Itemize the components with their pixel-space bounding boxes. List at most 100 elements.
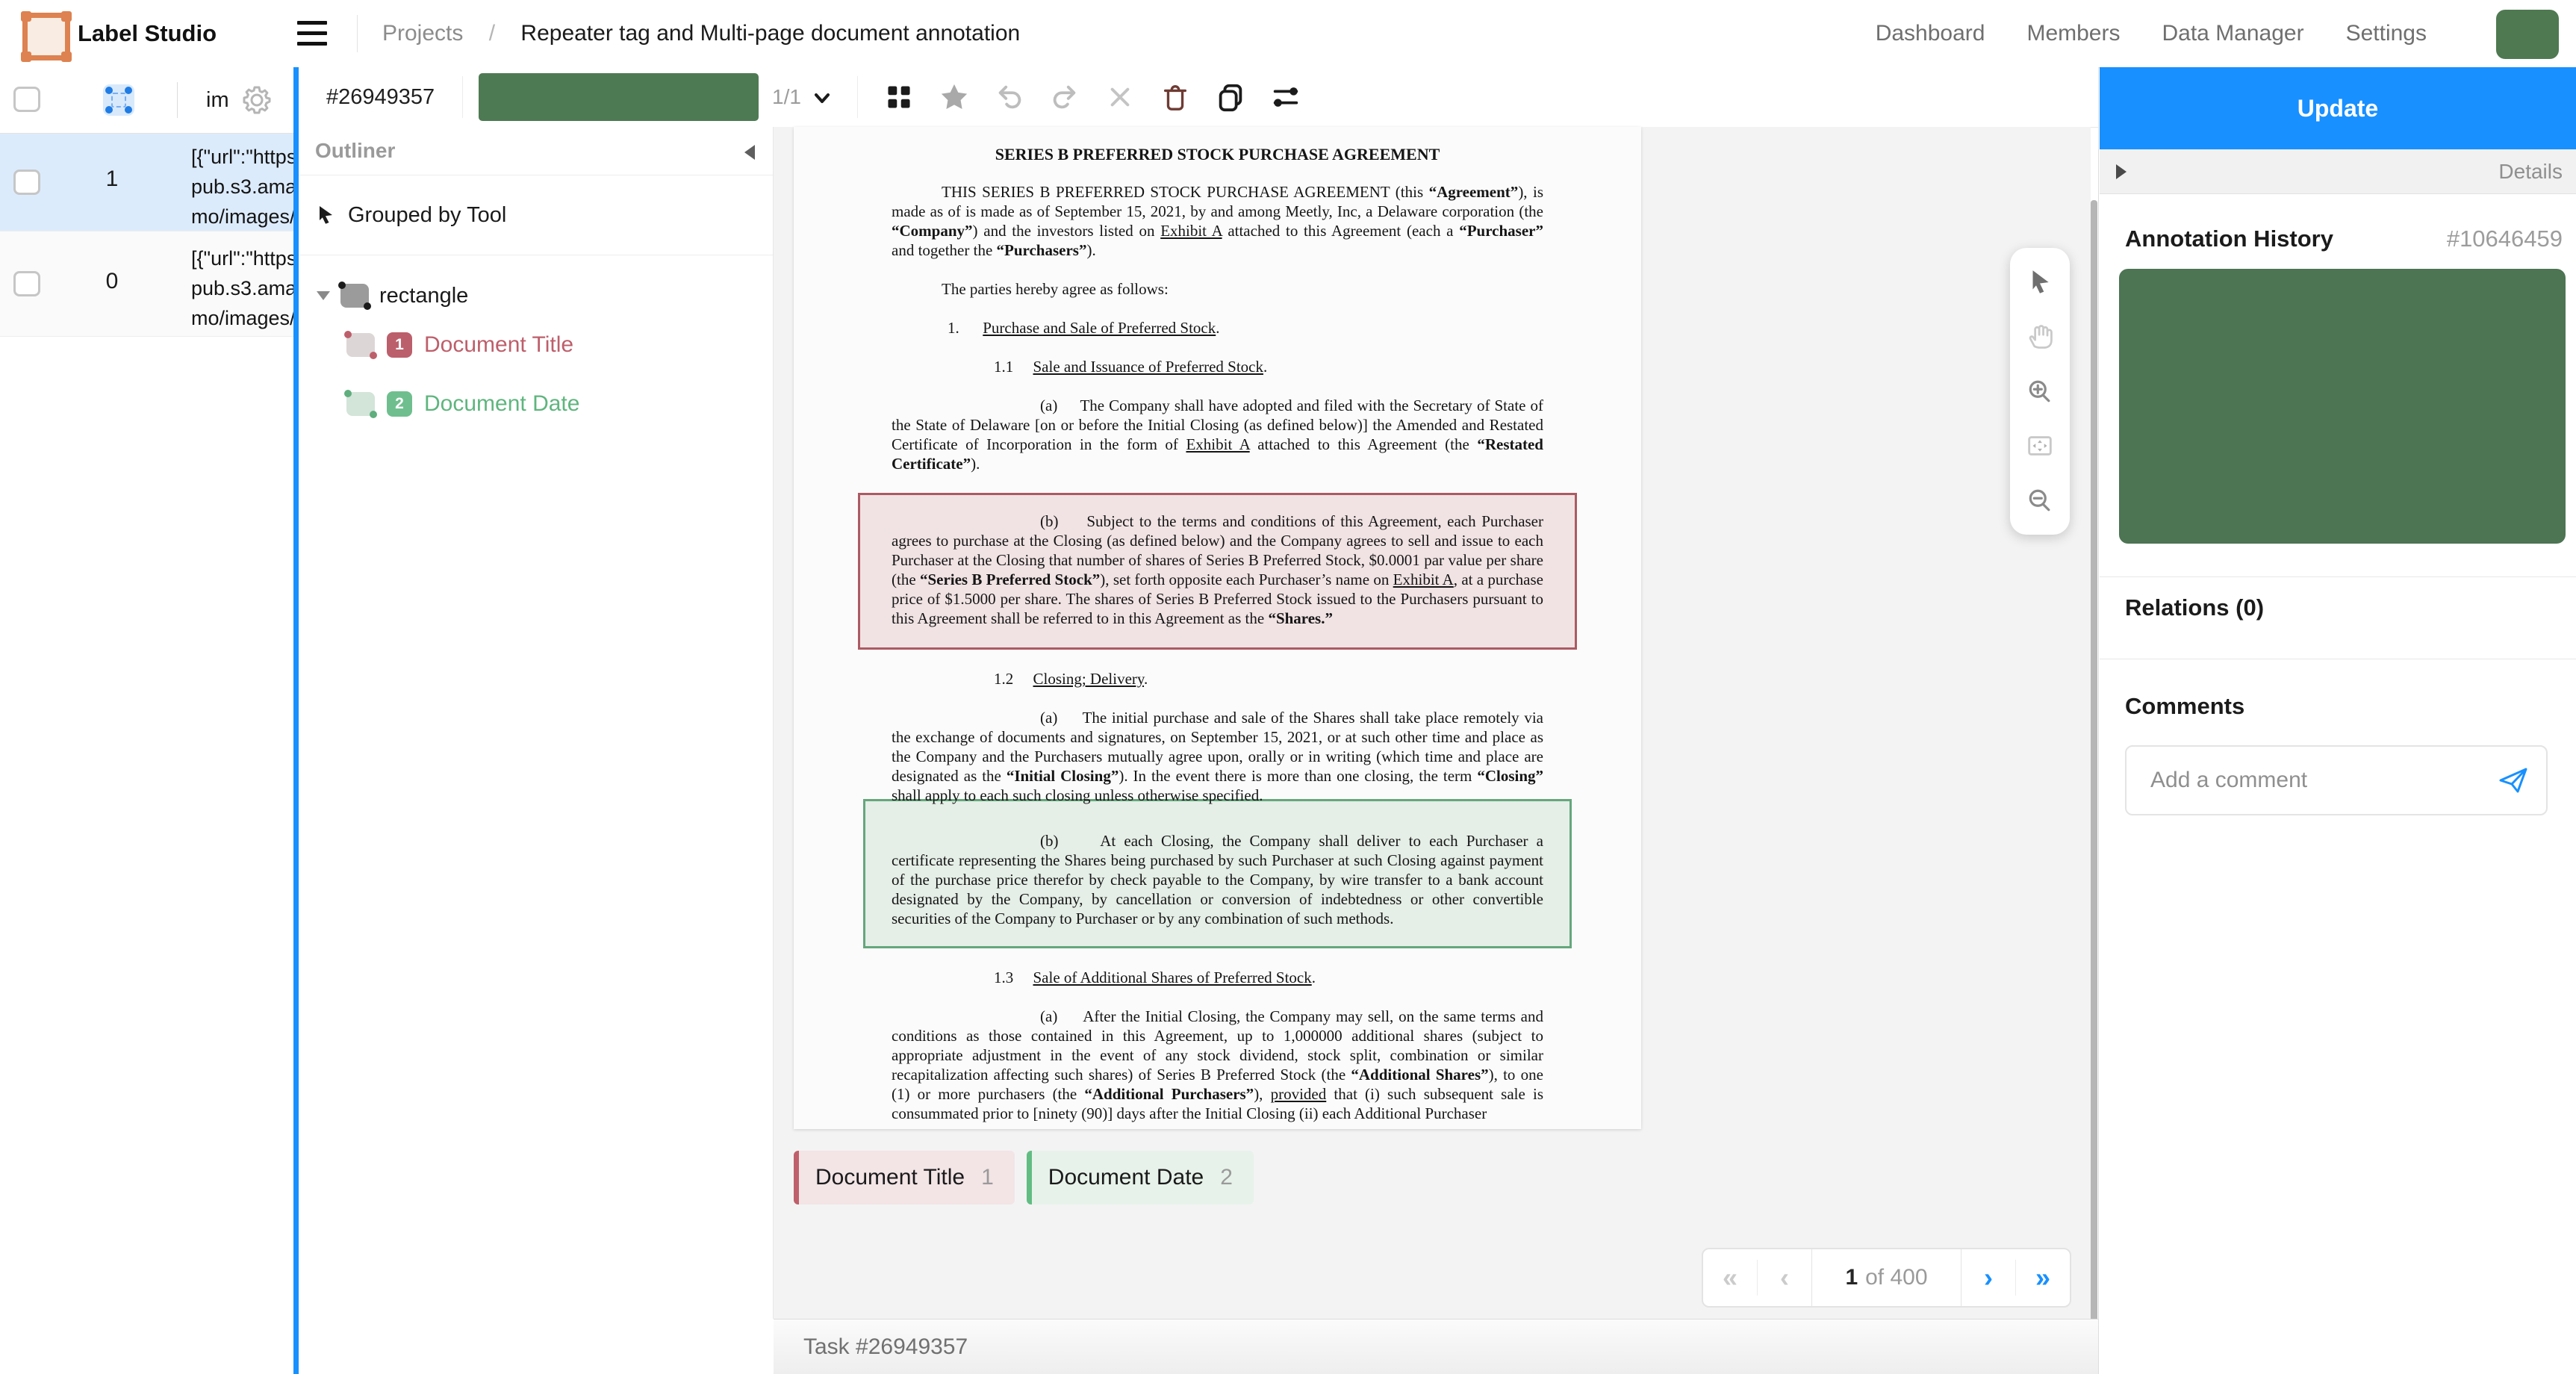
collapse-details-icon[interactable] <box>2116 164 2127 179</box>
nav-dashboard[interactable]: Dashboard <box>1876 21 1985 46</box>
last-page-button[interactable]: » <box>2016 1249 2070 1306</box>
outliner-title: Outliner <box>315 127 395 175</box>
grid-view-icon[interactable] <box>883 81 915 114</box>
group-by-tool-control[interactable]: Grouped by Tool <box>299 175 773 255</box>
breadcrumb-projects[interactable]: Projects <box>382 21 463 46</box>
label-chip-document-date[interactable]: Document Date 2 <box>1027 1151 1254 1204</box>
label-chips: Document Title 1 Document Date 2 <box>794 1151 1254 1204</box>
outliner-header: Outliner <box>299 127 773 175</box>
details-label: Details <box>2498 149 2563 194</box>
send-comment-icon[interactable] <box>2498 767 2528 794</box>
delete-annotation-icon[interactable] <box>1159 81 1192 114</box>
nav-settings[interactable]: Settings <box>2346 21 2427 46</box>
panel-resize-divider[interactable] <box>293 67 299 1374</box>
image-column-header[interactable]: im <box>206 67 229 133</box>
tool-palette <box>2010 248 2070 535</box>
task-checkbox[interactable] <box>13 170 40 195</box>
task-id-label: #26949357 <box>326 67 435 127</box>
redo-icon[interactable] <box>1048 81 1081 114</box>
region-selection-icon[interactable] <box>103 84 134 116</box>
annotation-id: #10646459 <box>2447 226 2563 252</box>
right-panel-divider <box>2098 67 2099 1374</box>
task-row[interactable]: 1 [{"url":"https: pub.s3.amaz mo/images/ <box>0 134 293 231</box>
label-studio-app: Label Studio Projects / Repeater tag and… <box>0 0 2576 1374</box>
task-footer-label: Task #26949357 <box>774 1319 2098 1374</box>
task-list-header: im <box>0 67 293 134</box>
highlight-region-red[interactable]: (b) Subject to the terms and conditions … <box>858 493 1577 650</box>
breadcrumb-separator: / <box>489 21 495 46</box>
label-hotkey: 1 <box>981 1165 994 1190</box>
first-page-button[interactable]: « <box>1703 1249 1757 1306</box>
reset-annotation-icon[interactable] <box>1104 81 1136 114</box>
select-tool-icon[interactable] <box>2022 264 2058 300</box>
region-rect-icon <box>346 333 375 357</box>
duplicate-annotation-icon[interactable] <box>1214 81 1247 114</box>
fit-to-screen-tool-icon[interactable] <box>2022 428 2058 464</box>
label-chip-document-title[interactable]: Document Title 1 <box>794 1151 1015 1204</box>
tree-group-rectangle[interactable]: rectangle <box>299 276 773 315</box>
nav-members[interactable]: Members <box>2026 21 2120 46</box>
details-panel: Update Details Annotation History #10646… <box>2100 67 2576 1374</box>
annotation-history-redacted-block[interactable] <box>2119 269 2566 544</box>
annotation-canvas: SERIES B PREFERRED STOCK PURCHASE AGREEM… <box>774 127 2091 1319</box>
region-label: Document Title <box>424 332 573 358</box>
document-page[interactable]: SERIES B PREFERRED STOCK PURCHASE AGREEM… <box>794 127 1641 1129</box>
top-nav: Dashboard Members Data Manager Settings <box>1876 0 2427 67</box>
comment-input[interactable] <box>2149 767 2486 794</box>
collapse-panel-icon[interactable] <box>744 145 755 160</box>
undo-icon[interactable] <box>993 81 1026 114</box>
outliner-panel: Outliner Grouped by Tool rectangle 1 Doc… <box>299 127 774 1319</box>
annotator-redacted-chip[interactable] <box>479 73 759 121</box>
brand-title: Label Studio <box>78 0 217 67</box>
relations-title: Relations (0) <box>2125 594 2264 621</box>
highlight-region-green[interactable]: (b) At each Closing, the Company shall d… <box>863 799 1572 948</box>
user-avatar[interactable] <box>2496 10 2559 59</box>
app-header: Label Studio Projects / Repeater tag and… <box>0 0 2576 68</box>
group-mode-label: Grouped by Tool <box>348 203 506 228</box>
update-button[interactable]: Update <box>2100 67 2576 149</box>
cursor-tool-icon <box>315 204 337 226</box>
regions-tree: rectangle 1 Document Title 2 Document Da… <box>299 255 773 433</box>
star-ground-truth-icon[interactable] <box>938 81 971 114</box>
region-rect-icon <box>346 392 375 416</box>
next-page-button[interactable]: › <box>1961 1249 2015 1306</box>
breadcrumb: Projects / Repeater tag and Multi-page d… <box>382 0 1020 67</box>
rectangle-tool-icon <box>340 284 369 308</box>
column-divider[interactable] <box>177 82 178 118</box>
details-bar: Details <box>2100 149 2576 194</box>
task-data-snippet: [{"url":"https: pub.s3.amaz mo/images/ <box>191 142 303 231</box>
region-item-document-date[interactable]: 2 Document Date <box>299 374 773 433</box>
nav-data-manager[interactable]: Data Manager <box>2162 21 2303 46</box>
task-data-snippet: [{"url":"https: pub.s3.amaz mo/images/ <box>191 243 303 333</box>
task-list-panel: im 1 [{"url":"https: pub.s3.amaz mo/imag… <box>0 67 293 1374</box>
settings-sliders-icon[interactable] <box>1269 81 1302 114</box>
label-studio-logo-icon[interactable] <box>22 13 70 60</box>
annotation-history-title: Annotation History <box>2125 226 2333 252</box>
region-label: Document Date <box>424 391 579 417</box>
annotation-toolbar: #26949357 1/1 <box>299 67 2098 128</box>
tree-expand-icon[interactable] <box>317 291 330 300</box>
page-indicator: 1of 400 <box>1812 1249 1961 1306</box>
select-all-checkbox[interactable] <box>13 87 40 112</box>
comments-title: Comments <box>2125 693 2244 720</box>
vertical-scrollbar[interactable] <box>2091 200 2097 1365</box>
toolbar-actions <box>883 67 1302 127</box>
zoom-in-tool-icon[interactable] <box>2022 373 2058 409</box>
previous-page-button[interactable]: ‹ <box>1758 1249 1811 1306</box>
gear-icon[interactable] <box>239 82 275 118</box>
region-index-badge: 1 <box>387 332 412 358</box>
comment-box <box>2125 745 2548 815</box>
label-hotkey: 2 <box>1220 1165 1233 1190</box>
region-item-document-title[interactable]: 1 Document Title <box>299 315 773 374</box>
task-row[interactable]: 0 [{"url":"https: pub.s3.amaz mo/images/ <box>0 231 293 337</box>
header-divider <box>357 15 358 52</box>
chevron-down-icon[interactable] <box>811 87 833 109</box>
zoom-out-tool-icon[interactable] <box>2022 482 2058 518</box>
annotation-page-indicator: 1/1 <box>772 67 801 127</box>
tree-group-label: rectangle <box>379 284 468 308</box>
task-completed-count: 0 <box>96 269 128 294</box>
pan-hand-tool-icon[interactable] <box>2022 319 2058 355</box>
region-index-badge: 2 <box>387 391 412 417</box>
hamburger-menu-icon[interactable] <box>297 21 327 46</box>
task-checkbox[interactable] <box>13 271 40 296</box>
